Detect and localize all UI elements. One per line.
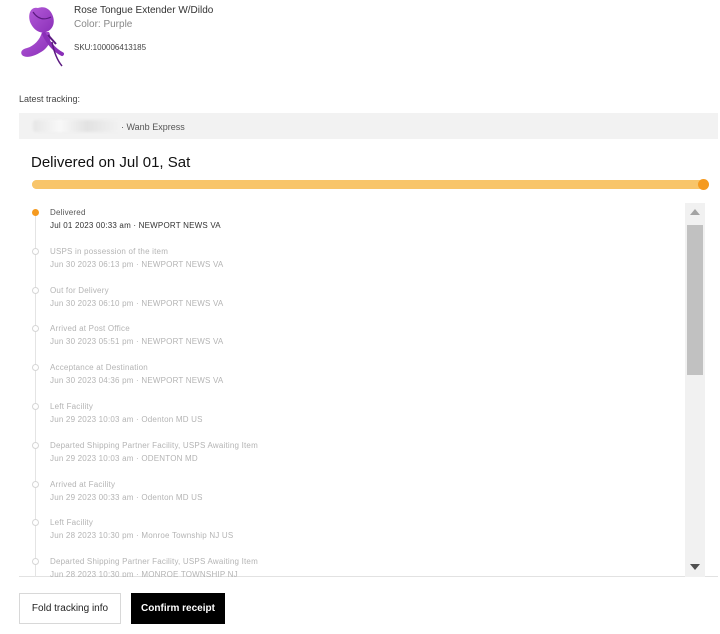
event-status: Left Facility [50,402,94,411]
event-location: NEWPORT NEWS VA [141,259,224,269]
event-location: ODENTON MD [141,453,198,463]
tracking-event: Delivered Jul 01 2023 00:33 am · NEWPORT … [19,206,679,242]
event-datetime: Jun 29 2023 10:03 am [50,453,134,463]
event-meta: Jun 29 2023 10:03 am · ODENTON MD [50,454,198,463]
event-dot [32,480,39,488]
product-summary: Rose Tongue Extender W/Dildo Color: Purp… [18,2,708,70]
event-location: MONROE TOWNSHIP NJ [141,570,238,577]
event-location: NEWPORT NEWS VA [141,337,224,347]
redacted-tracking-number [33,120,123,132]
event-datetime: Jun 29 2023 10:03 am [50,415,134,424]
tracking-event: Acceptance at Destination Jun 30 2023 04:… [19,361,679,397]
event-status: Acceptance at Destination [50,363,148,373]
carrier-separator: · [121,122,124,132]
event-meta: Jun 29 2023 10:03 am · Odenton MD US [50,415,203,424]
event-separator: · [130,221,139,230]
event-datetime: Jul 01 2023 00:33 am [50,221,131,230]
tracking-event: Out for Delivery Jun 30 2023 06:10 pm · N… [19,284,679,320]
event-location: Odenton MD US [141,492,203,502]
event-meta: Jun 30 2023 04:36 pm · NEWPORT NEWS VA [50,376,223,385]
tracking-event: Arrived at Post Office Jun 30 2023 05:51 … [19,322,679,358]
delivery-progress-dot [698,179,709,190]
event-meta: Jun 30 2023 05:51 pm · NEWPORT NEWS VA [50,337,223,346]
tracking-event: Left Facility Jun 28 2023 10:30 pm · Monr… [19,516,679,552]
event-dot-current [32,209,39,216]
confirm-receipt-button[interactable]: Confirm receipt [131,593,225,624]
tracking-event: Departed Shipping Partner Facility, USPS… [19,555,679,577]
event-meta: Jun 30 2023 06:10 pm · NEWPORT NEWS VA [50,299,223,308]
delivery-progress-bar [32,179,709,190]
fold-tracking-info-button[interactable]: Fold tracking info [19,593,121,624]
tracking-timeline[interactable]: Delivered Jul 01 2023 00:33 am · NEWPORT … [19,203,687,577]
scrollbar-thumb[interactable] [687,225,703,375]
scroll-down-arrow-icon[interactable] [685,559,705,577]
event-status: USPS in possession of the item [50,246,169,256]
event-meta: Jun 29 2023 00:33 am · Odenton MD US [50,493,203,502]
event-meta: Jul 01 2023 00:33 am · NEWPORT NEWS VA [50,221,221,230]
event-datetime: Jun 30 2023 06:13 pm [50,259,134,269]
event-dot [32,364,39,372]
event-dot [32,247,39,255]
timeline-scrollbar[interactable] [685,203,705,577]
purple-rose-toy-thumbnail-icon [21,7,64,67]
event-location: Odenton MD US [141,415,203,424]
tracking-event: Arrived at Facility Jun 29 2023 00:33 am … [19,478,679,514]
event-status: Left Facility [50,518,94,528]
event-datetime: Jun 30 2023 04:36 pm [50,376,134,386]
delivered-heading: Delivered on Jul 01, Sat [31,154,191,171]
product-sku: SKU:100006413185 [74,43,147,52]
event-meta: Jun 28 2023 10:30 pm · Monroe Township N… [50,531,233,540]
event-dot [32,441,39,449]
event-status: Departed Shipping Partner Facility, USPS… [50,557,258,567]
event-status: Out for Delivery [50,285,109,295]
scroll-up-arrow-icon[interactable] [685,203,705,221]
event-dot [32,403,39,410]
tracking-event: USPS in possession of the item Jun 30 202… [19,245,679,281]
event-location: NEWPORT NEWS VA [141,376,224,386]
tracking-event: Departed Shipping Partner Facility, USPS… [19,439,679,475]
event-location: NEWPORT NEWS VA [141,298,224,308]
delivery-progress-fill [32,180,704,189]
event-datetime: Jun 30 2023 06:10 pm [50,298,134,308]
event-datetime: Jun 28 2023 10:30 pm [50,531,134,541]
product-thumbnail[interactable] [18,2,68,68]
carrier-label: Wanb Express [126,122,185,132]
latest-tracking-label: Latest tracking: [19,94,81,104]
carrier-bar: · Wanb Express [19,113,718,139]
event-dot [32,519,39,527]
event-datetime: Jun 30 2023 05:51 pm [50,337,134,347]
tracking-panel: Delivered on Jul 01, Sat Delivered Jul 01… [19,140,718,577]
event-meta: Jun 28 2023 10:30 pm · MONROE TOWNSHIP N… [50,570,238,577]
event-meta: Jun 30 2023 06:13 pm · NEWPORT NEWS VA [50,260,223,269]
event-status: Departed Shipping Partner Facility, USPS… [50,440,258,450]
product-color: Color: Purple [74,19,133,30]
product-title[interactable]: Rose Tongue Extender W/Dildo [74,5,213,16]
carrier-name: · Wanb Express [121,122,185,132]
event-status: Arrived at Post Office [50,324,130,334]
event-dot [32,286,39,294]
event-datetime: Jun 29 2023 00:33 am [50,492,134,502]
event-datetime: Jun 28 2023 10:30 pm [50,570,134,577]
tracking-event: Left Facility Jun 29 2023 10:03 am · Oden… [19,400,679,436]
event-location: Monroe Township NJ US [141,531,234,541]
event-status: Delivered [50,208,86,217]
event-dot [32,325,39,333]
event-location: NEWPORT NEWS VA [138,221,221,230]
event-dot [32,558,39,566]
event-status: Arrived at Facility [50,479,116,489]
